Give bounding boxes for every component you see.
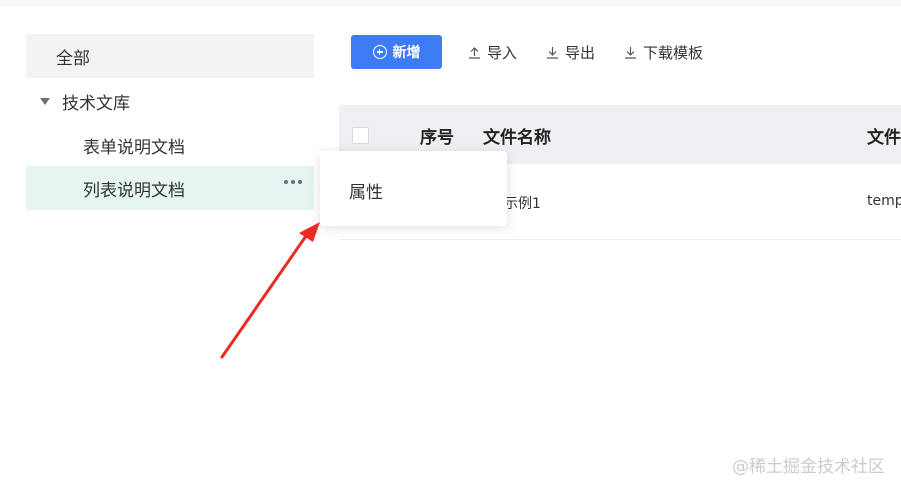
tree-item-all-label: 全部 <box>56 48 90 69</box>
app-frame <box>0 6 901 491</box>
watermark: @稀土掘金技术社区 <box>732 457 885 477</box>
tree-item-list-doc-label: 列表说明文档 <box>83 180 185 201</box>
import-button[interactable]: 导入 <box>468 40 517 64</box>
tree-item-list-doc[interactable]: 列表说明文档 <box>26 166 314 210</box>
properties-menu-item[interactable]: 属性 <box>349 178 383 203</box>
column-header-index[interactable]: 序号 <box>420 123 454 148</box>
tree-item-tech-library[interactable]: 技术文库 <box>26 80 314 122</box>
context-popover: 属性 <box>320 151 507 226</box>
upload-icon <box>469 46 480 59</box>
export-button[interactable]: 导出 <box>546 40 595 64</box>
download-template-label: 下载模板 <box>643 43 704 62</box>
tree-item-all[interactable]: 全部 <box>26 34 314 78</box>
add-button-label: 新增 <box>392 45 421 61</box>
plus-circle-icon <box>372 45 387 59</box>
tree-item-form-doc[interactable]: 表单说明文档 <box>26 124 314 166</box>
tree-item-tech-library-label: 技术文库 <box>62 93 130 114</box>
download-icon <box>547 46 558 59</box>
more-icon[interactable] <box>284 180 302 184</box>
caret-down-icon[interactable] <box>40 97 50 105</box>
row-file-template: temp <box>867 193 901 209</box>
column-header-name[interactable]: 文件名称 <box>483 123 551 148</box>
tree-item-form-doc-label: 表单说明文档 <box>83 137 185 158</box>
column-header-file[interactable]: 文件 <box>867 123 901 148</box>
import-label: 导入 <box>487 43 518 62</box>
download-template-button[interactable]: 下载模板 <box>624 40 703 64</box>
select-all-checkbox[interactable] <box>352 127 369 144</box>
add-button[interactable]: 新增 <box>351 35 442 69</box>
download-icon <box>625 46 636 59</box>
export-label: 导出 <box>565 43 596 62</box>
